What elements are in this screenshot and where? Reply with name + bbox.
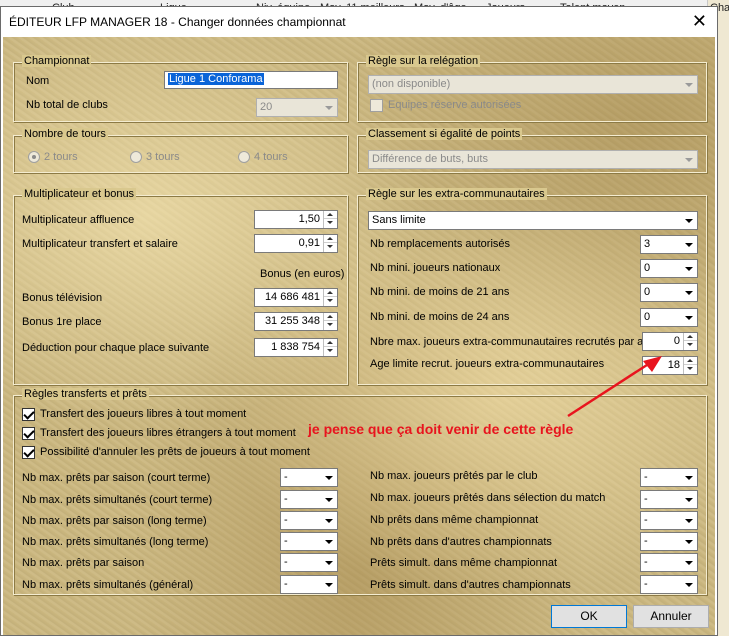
annotation-arrow-line [567,361,651,418]
annotation-arrow-head [643,356,662,372]
annotation-arrow [567,356,662,418]
